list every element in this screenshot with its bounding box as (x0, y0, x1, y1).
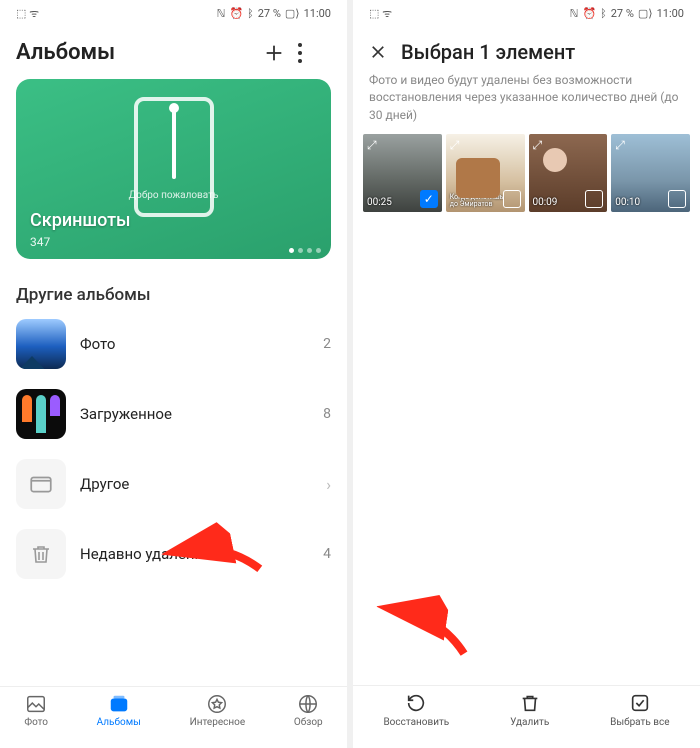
row-label: Другое (80, 475, 320, 493)
chevron-right-icon: › (326, 475, 331, 494)
album-row-other[interactable]: Другое › (0, 449, 347, 519)
thumbnail-row: ⤢ 00:25 ✓ ⤢ Когда долетишь до Эмиратов ⤢… (353, 134, 700, 212)
nav-label: Фото (24, 717, 48, 728)
row-label: Загруженное (80, 405, 323, 423)
battery-text: 27 % (611, 7, 634, 20)
checkbox[interactable] (585, 190, 603, 208)
card-count: 347 (30, 235, 50, 249)
page-title: Альбомы (16, 40, 263, 65)
nav-label: Интересное (190, 717, 246, 728)
expand-icon: ⤢ (367, 138, 381, 152)
nav-interesting[interactable]: Интересное (190, 693, 246, 728)
action-label: Восстановить (383, 717, 449, 728)
trash-icon (16, 529, 66, 579)
nav-label: Альбомы (97, 717, 141, 728)
bluetooth-icon: ᛒ (247, 7, 254, 20)
close-button[interactable] (369, 43, 387, 61)
duration: 00:25 (367, 197, 392, 208)
folder-icon (16, 459, 66, 509)
action-label: Выбрать все (610, 717, 669, 728)
photo-thumb (16, 319, 66, 369)
deletion-notice: Фото и видео будут удалены без возможнос… (353, 72, 700, 134)
row-count: 2 (323, 336, 331, 352)
trash-icon (519, 692, 541, 714)
nfc-icon: ℕ (217, 7, 226, 20)
checkbox[interactable] (503, 190, 521, 208)
album-card-screenshots[interactable]: Добро пожаловать Скриншоты 347 (16, 79, 331, 259)
sim-icon: ⬚ ᯤ (16, 6, 39, 21)
thumbnail-1[interactable]: ⤢ 00:25 ✓ (363, 134, 442, 212)
action-bar: Восстановить Удалить Выбрать все (353, 685, 700, 748)
time-text: 11:00 (657, 7, 684, 20)
album-row-photo[interactable]: Фото 2 (0, 309, 347, 379)
expand-icon: ⤢ (450, 138, 464, 152)
bottom-nav: Фото Альбомы Интересное Обзор (0, 686, 347, 748)
action-label: Удалить (510, 717, 549, 728)
restore-icon (405, 692, 427, 714)
album-row-recently-deleted[interactable]: Недавно удаленное 4 (0, 519, 347, 589)
delete-button[interactable]: Удалить (510, 692, 549, 728)
thumbnail-2[interactable]: ⤢ Когда долетишь до Эмиратов (446, 134, 525, 212)
checkbox[interactable] (668, 190, 686, 208)
row-label: Фото (80, 335, 323, 353)
thumbnail-4[interactable]: ⤢ 00:10 (611, 134, 690, 212)
card-title: Скриншоты (30, 210, 131, 231)
star-icon (206, 693, 228, 715)
nav-photos[interactable]: Фото (24, 693, 48, 728)
globe-icon (297, 693, 319, 715)
row-count: 4 (323, 546, 331, 562)
album-row-downloads[interactable]: Загруженное 8 (0, 379, 347, 449)
downloads-thumb (16, 389, 66, 439)
more-button[interactable] (297, 42, 331, 64)
selection-header: Выбран 1 элемент (353, 26, 700, 72)
select-all-icon (629, 692, 651, 714)
status-bar: ⬚ ᯤ ℕ ⏰ ᛒ 27 % ▢⟩ 11:00 (0, 0, 347, 26)
battery-icon: ▢⟩ (285, 7, 300, 20)
photo-icon (25, 693, 47, 715)
expand-icon: ⤢ (615, 138, 629, 152)
selection-title: Выбран 1 элемент (401, 40, 575, 64)
card-welcome: Добро пожаловать (16, 190, 331, 201)
nav-label: Обзор (294, 717, 323, 728)
duration: 00:10 (615, 197, 640, 208)
row-label: Недавно удаленное (80, 545, 323, 563)
albums-icon (108, 693, 130, 715)
checkbox-selected[interactable]: ✓ (420, 190, 438, 208)
add-button[interactable] (263, 42, 297, 64)
expand-icon: ⤢ (533, 138, 547, 152)
alarm-icon: ⏰ (229, 7, 243, 20)
nfc-icon: ℕ (570, 7, 579, 20)
battery-text: 27 % (258, 7, 281, 20)
section-header: Другие альбомы (0, 269, 347, 309)
bluetooth-icon: ᛒ (600, 7, 607, 20)
thumbnail-3[interactable]: ⤢ 00:09 (529, 134, 608, 212)
status-bar: ⬚ ᯤ ℕ ⏰ ᛒ 27 % ▢⟩ 11:00 (353, 0, 700, 26)
left-screen: ⬚ ᯤ ℕ ⏰ ᛒ 27 % ▢⟩ 11:00 Альбомы Добро по… (0, 0, 347, 748)
nav-overview[interactable]: Обзор (294, 693, 323, 728)
caption: Когда долетишь до Эмиратов (450, 194, 508, 208)
sim-icon: ⬚ ᯤ (369, 6, 392, 21)
restore-button[interactable]: Восстановить (383, 692, 449, 728)
duration: 00:09 (533, 197, 558, 208)
time-text: 11:00 (304, 7, 331, 20)
right-screen: ⬚ ᯤ ℕ ⏰ ᛒ 27 % ▢⟩ 11:00 Выбран 1 элемент… (353, 0, 700, 748)
battery-icon: ▢⟩ (638, 7, 653, 20)
header: Альбомы (0, 26, 347, 71)
alarm-icon: ⏰ (582, 7, 596, 20)
row-count: 8 (323, 406, 331, 422)
nav-albums[interactable]: Альбомы (97, 693, 141, 728)
select-all-button[interactable]: Выбрать все (610, 692, 669, 728)
